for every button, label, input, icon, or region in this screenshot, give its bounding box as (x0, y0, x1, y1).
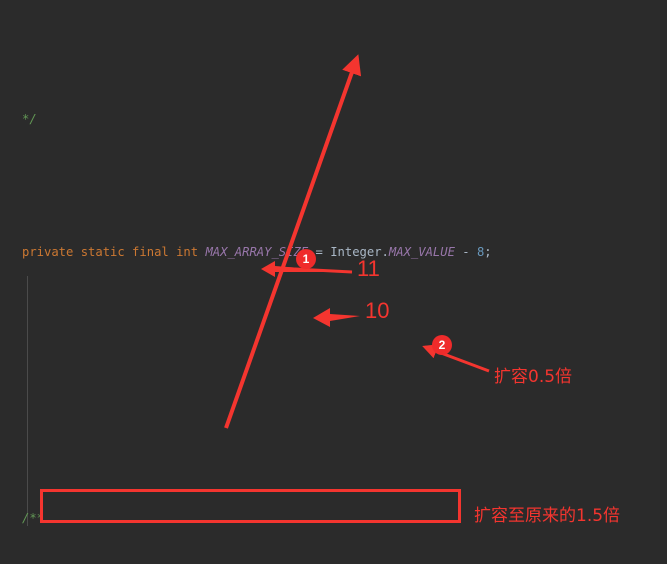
code-token-comment: /** (22, 511, 45, 526)
code-token-keyword: private static final int (22, 245, 206, 260)
code-token-constant: MAX_VALUE (388, 245, 455, 260)
code-content[interactable]: */ private static final int MAX_ARRAY_SI… (0, 0, 667, 564)
code-token-punct: ; (484, 245, 492, 260)
code-token-constant: MAX_ARRAY_SIZE (205, 245, 309, 260)
code-line[interactable]: */ (0, 106, 667, 133)
code-token-comment: */ (22, 112, 37, 127)
code-token-operator: - (454, 245, 477, 260)
code-editor-pane[interactable]: */ private static final int MAX_ARRAY_SI… (0, 0, 667, 564)
code-token-operator: = (308, 245, 331, 260)
code-line-blank[interactable] (0, 372, 667, 399)
code-line[interactable]: /** (0, 505, 667, 532)
code-line[interactable]: private static final int MAX_ARRAY_SIZE … (0, 239, 667, 266)
code-token-class: Integer. (330, 245, 389, 260)
